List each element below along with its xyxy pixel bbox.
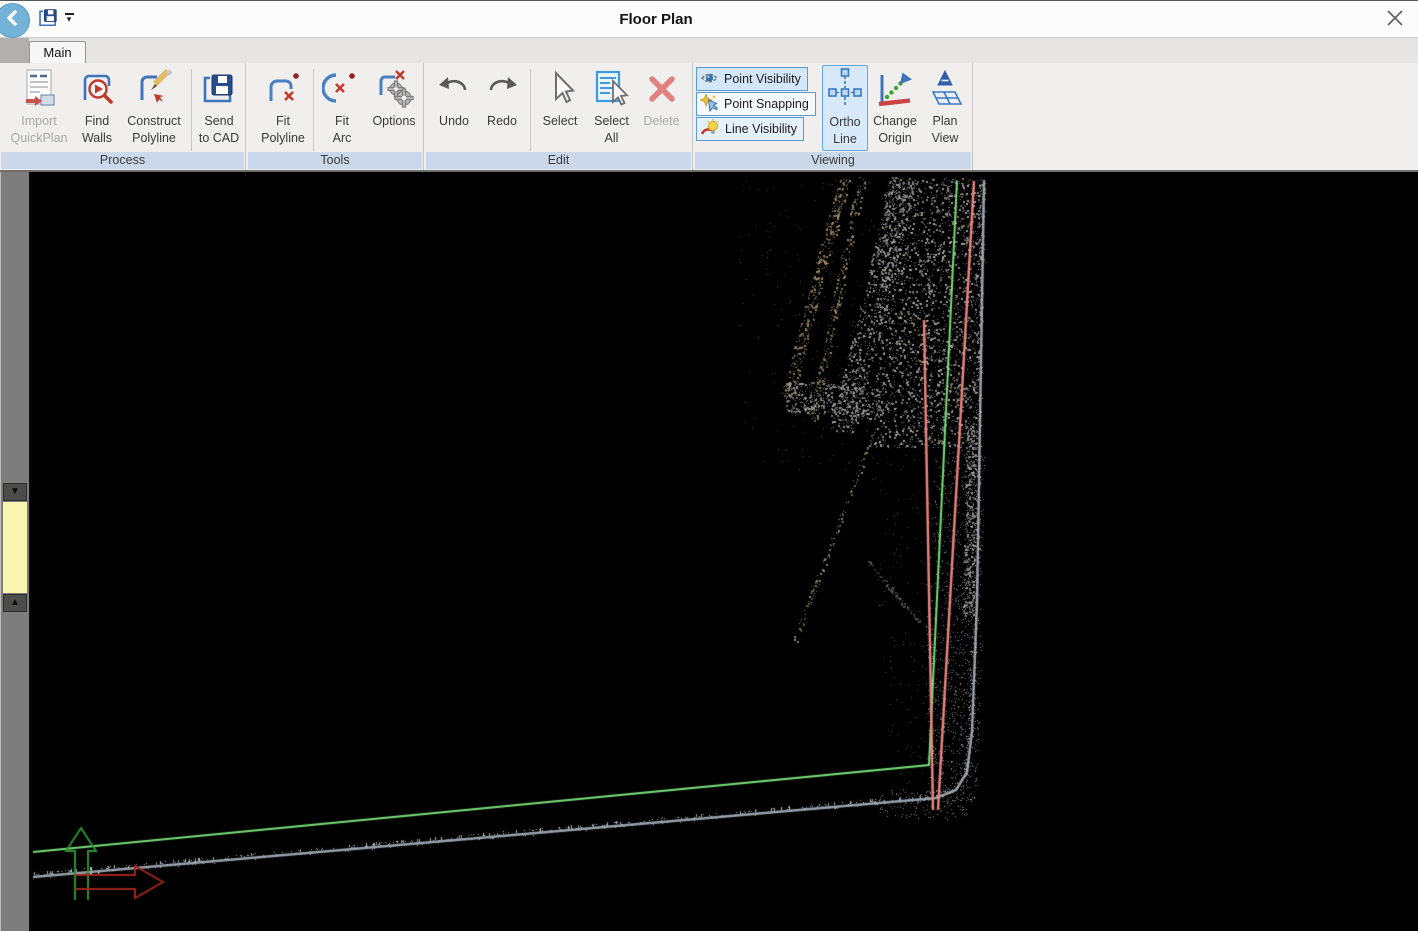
button-label: Line	[823, 131, 867, 148]
delete-icon	[638, 65, 685, 113]
redo-button[interactable]: Redo	[479, 65, 525, 151]
button-label: All	[588, 130, 635, 147]
button-label: Select	[588, 113, 635, 130]
button-label: Plan	[922, 113, 968, 130]
button-label: Import	[4, 113, 74, 130]
group-band-edit: Edit	[426, 152, 691, 169]
ribbon-tab-row: Main	[0, 38, 1418, 63]
construct-polyline-icon	[120, 65, 188, 113]
ribbon-group-tools: Fit Polyline Fit Arc	[247, 63, 424, 170]
group-separator	[530, 69, 531, 151]
send-to-cad-button[interactable]: Send to CAD	[194, 65, 244, 151]
close-icon	[1386, 9, 1404, 32]
select-button[interactable]: Select	[535, 65, 585, 151]
button-label: Undo	[431, 113, 477, 130]
select-all-icon	[588, 65, 635, 113]
window-title: Floor Plan	[0, 1, 1312, 38]
tab-main[interactable]: Main	[29, 41, 86, 63]
toggle-label: Point Snapping	[724, 97, 809, 111]
ribbon-group-process: Import QuickPlan Find Walls	[0, 63, 246, 170]
line-visibility-toggle[interactable]: Line Visibility	[696, 117, 804, 141]
group-separator	[313, 69, 314, 151]
ribbon: Import QuickPlan Find Walls	[0, 63, 1418, 172]
group-separator	[191, 69, 192, 151]
scroll-up-button[interactable]: ▲	[3, 594, 27, 612]
fit-polyline-icon	[255, 65, 311, 113]
plan-view-icon	[922, 65, 968, 113]
button-label: Redo	[479, 113, 525, 130]
button-label: Arc	[317, 130, 367, 147]
button-label: Walls	[76, 130, 118, 147]
fit-polyline-button[interactable]: Fit Polyline	[255, 65, 311, 151]
point-snapping-toggle[interactable]: Point Snapping	[696, 92, 816, 116]
toggle-label: Line Visibility	[725, 122, 797, 136]
close-button[interactable]	[1378, 5, 1412, 35]
group-band-viewing: Viewing	[695, 152, 971, 169]
bulb-arc-icon	[700, 119, 720, 140]
group-band-tools: Tools	[248, 152, 422, 169]
delete-button[interactable]: Delete	[638, 65, 685, 151]
scroll-down-button[interactable]: ▼	[3, 483, 27, 501]
button-label: Construct	[120, 113, 188, 130]
import-quickplan-button[interactable]: Import QuickPlan	[4, 65, 74, 151]
group-band-process: Process	[1, 152, 244, 169]
ortho-line-icon	[823, 66, 867, 114]
sidebar-yellow-panel[interactable]	[3, 502, 27, 593]
scroll-down-icon: ▼	[10, 486, 20, 497]
snap-star-cursor-icon	[700, 94, 719, 115]
options-button[interactable]: Options	[367, 65, 421, 151]
find-walls-button[interactable]: Find Walls	[76, 65, 118, 151]
button-label: Origin	[870, 130, 920, 147]
fit-arc-button[interactable]: Fit Arc	[317, 65, 367, 151]
tab-row-filler	[0, 38, 29, 63]
point-cloud-viewport[interactable]	[31, 172, 1418, 931]
left-sidebar-strip: ▼ ▲	[0, 172, 32, 931]
change-origin-button[interactable]: Change Origin	[870, 65, 920, 151]
fit-arc-icon	[317, 65, 367, 113]
button-label: Change	[870, 113, 920, 130]
ortho-line-button[interactable]: Ortho Line	[822, 65, 868, 151]
button-label: to CAD	[194, 130, 244, 147]
send-to-cad-icon	[194, 65, 244, 113]
eye-icon	[700, 69, 719, 90]
undo-icon	[431, 65, 477, 113]
import-quickplan-icon	[4, 65, 74, 113]
select-all-button[interactable]: Select All	[588, 65, 635, 151]
button-label: View	[922, 130, 968, 147]
point-visibility-toggle[interactable]: Point Visibility	[696, 67, 808, 91]
button-label: Delete	[638, 113, 685, 130]
undo-button[interactable]: Undo	[431, 65, 477, 151]
toggle-label: Point Visibility	[724, 72, 801, 86]
button-label	[367, 130, 421, 147]
content-area: ▼ ▲	[0, 172, 1418, 931]
title-bar: ▾ Floor Plan	[0, 0, 1418, 38]
button-label: Find	[76, 113, 118, 130]
select-cursor-icon	[535, 65, 585, 113]
button-label: Send	[194, 113, 244, 130]
ribbon-group-viewing: Point Visibility Point Snapping	[694, 63, 973, 170]
viewing-toggles: Point Visibility Point Snapping	[696, 67, 816, 142]
construct-polyline-button[interactable]: Construct Polyline	[120, 65, 188, 151]
ribbon-group-edit: Undo Redo Select	[425, 63, 693, 170]
plan-view-button[interactable]: Plan View	[922, 65, 968, 151]
button-label: Polyline	[120, 130, 188, 147]
button-label: QuickPlan	[4, 130, 74, 147]
button-label: Options	[367, 113, 421, 130]
find-walls-icon	[76, 65, 118, 113]
options-icon	[367, 65, 421, 113]
change-origin-icon	[870, 65, 920, 113]
scroll-up-icon: ▲	[10, 597, 20, 608]
button-label: Select	[535, 113, 585, 130]
button-label: Fit	[255, 113, 311, 130]
button-label: Polyline	[255, 130, 311, 147]
redo-icon	[479, 65, 525, 113]
button-label: Ortho	[823, 114, 867, 131]
button-label: Fit	[317, 113, 367, 130]
